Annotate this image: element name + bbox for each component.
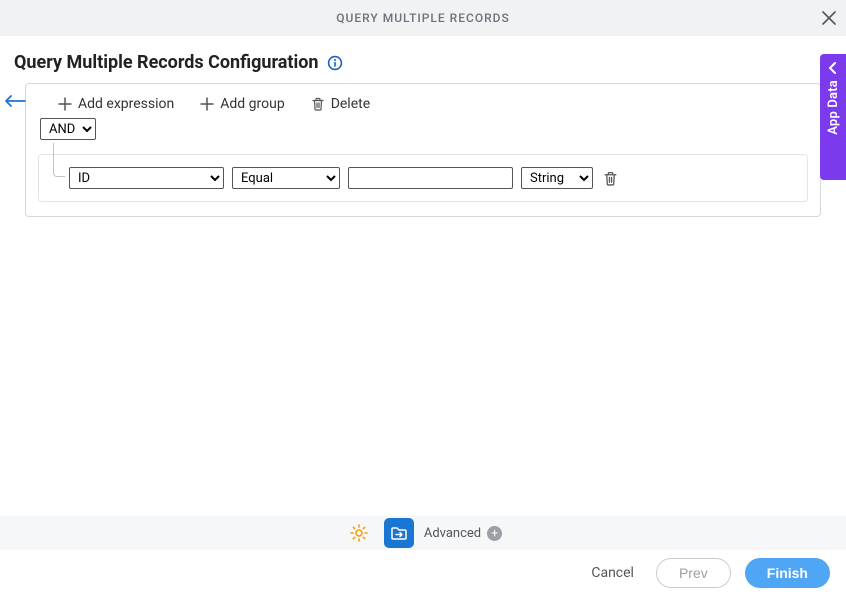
builder-toolbar: Add expression Add group Delete <box>38 96 808 118</box>
modal-title: QUERY MULTIPLE RECORDS <box>336 11 510 25</box>
close-button[interactable] <box>822 0 836 36</box>
plus-icon <box>58 97 72 111</box>
info-icon[interactable] <box>327 55 343 71</box>
trash-icon <box>311 97 325 111</box>
field-select[interactable]: ID <box>69 167 224 189</box>
app-data-label: App Data <box>826 80 841 135</box>
add-expression-label: Add expression <box>78 96 174 112</box>
arrow-left-icon <box>4 94 26 108</box>
delete-group-button[interactable]: Delete <box>311 96 370 112</box>
back-button[interactable] <box>4 94 26 112</box>
plus-icon <box>200 97 214 111</box>
wizard-footer: Cancel Prev Finish <box>0 550 846 596</box>
expression-row: ID Equal String <box>38 154 808 202</box>
delete-group-label: Delete <box>331 96 370 112</box>
add-group-button[interactable]: Add group <box>200 96 284 112</box>
delete-expression-button[interactable] <box>603 171 618 186</box>
operator-select[interactable]: Equal <box>232 167 340 189</box>
close-icon <box>822 11 836 25</box>
data-mapping-button[interactable] <box>384 518 414 548</box>
page-title-row: Query Multiple Records Configuration <box>0 36 846 83</box>
gear-icon <box>349 523 369 543</box>
cancel-button[interactable]: Cancel <box>583 559 642 587</box>
chevron-left-icon <box>828 62 838 74</box>
prev-button[interactable]: Prev <box>656 558 731 588</box>
page-title: Query Multiple Records Configuration <box>14 52 319 73</box>
logic-operator-select[interactable]: AND <box>40 118 96 140</box>
plus-circle-icon: + <box>487 526 502 541</box>
advanced-label: Advanced <box>424 526 481 541</box>
finish-button[interactable]: Finish <box>745 558 830 588</box>
trash-icon <box>603 171 618 186</box>
query-builder-panel: Add expression Add group Delete AND ID E… <box>25 83 821 217</box>
type-select[interactable]: String <box>521 167 593 189</box>
settings-button[interactable] <box>344 518 374 548</box>
advanced-toggle[interactable]: Advanced + <box>424 526 502 541</box>
modal-header: QUERY MULTIPLE RECORDS <box>0 0 846 36</box>
app-data-panel-toggle[interactable]: App Data <box>820 54 846 180</box>
add-expression-button[interactable]: Add expression <box>58 96 174 112</box>
tree-connector <box>53 143 65 177</box>
value-input[interactable] <box>348 167 513 189</box>
folder-arrow-icon <box>390 524 408 542</box>
bottom-toolbar: Advanced + <box>0 516 846 550</box>
add-group-label: Add group <box>220 96 284 112</box>
